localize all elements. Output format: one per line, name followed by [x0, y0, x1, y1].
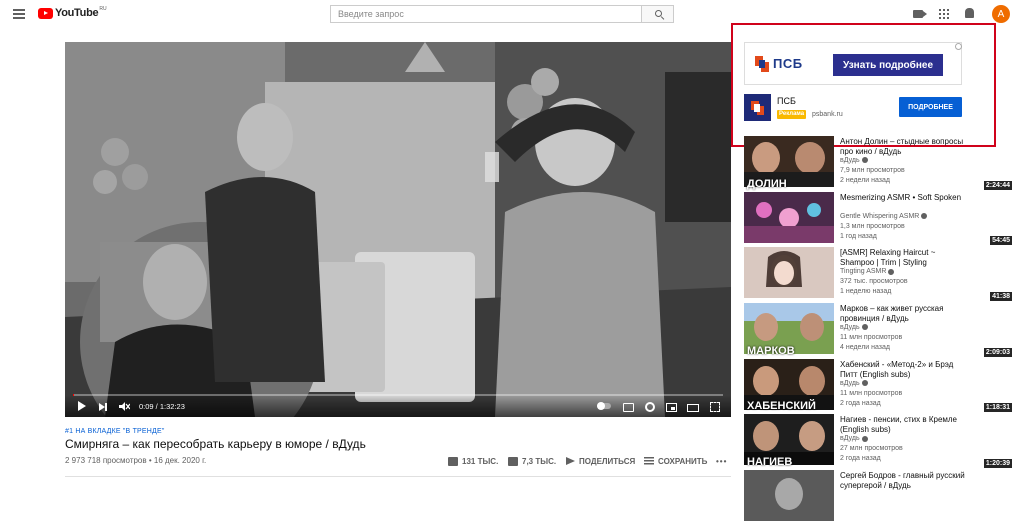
progress-bar[interactable]: [73, 394, 723, 396]
youtube-logo[interactable]: YouTube RU: [38, 6, 107, 19]
subtitles-icon[interactable]: [623, 403, 634, 412]
next-icon[interactable]: [99, 403, 107, 411]
video-duration: 2:09:03: [983, 347, 1012, 357]
more-actions-button[interactable]: •••: [716, 455, 727, 467]
recommendation-item[interactable]: 54:45 Mesmerizing ASMR • Soft Spoken Gen…: [744, 191, 1014, 248]
recommendation-channel[interactable]: вДудь: [840, 380, 868, 387]
gear-icon[interactable]: [645, 402, 655, 412]
recommendation-channel[interactable]: вДудь: [840, 435, 868, 442]
recommendation-item[interactable]: НАГИЕВ 1:20:39 Нагиев - пенсии, стих в К…: [744, 414, 1014, 470]
menu-icon[interactable]: [13, 9, 25, 19]
recommendation-title[interactable]: Марков – как живет русская провинция / в…: [840, 304, 970, 324]
recommendation-title[interactable]: Сергей Бодров - главный русский супергер…: [840, 471, 970, 491]
thumbs-up-icon: [448, 456, 458, 466]
thumbnail-caption: ДОЛИН: [747, 177, 787, 190]
save-button[interactable]: СОХРАНИТЬ: [644, 455, 707, 467]
video-player[interactable]: 0:09 / 1:32:23: [65, 42, 731, 417]
recommendation-views: 11 млн просмотров: [840, 334, 903, 342]
fullscreen-icon[interactable]: [710, 402, 720, 412]
recommendation-item[interactable]: ХАБЕНСКИЙ 1:18:31 Хабенский - «Метод-2» …: [744, 358, 1014, 415]
recommendation-age: 2 года назад: [840, 399, 881, 407]
recommendation-title[interactable]: Mesmerizing ASMR • Soft Spoken: [840, 193, 970, 203]
progress-fill: [73, 394, 75, 396]
verified-icon: [861, 157, 868, 164]
verified-icon: [921, 212, 928, 219]
recommendation-age: 1 год назад: [840, 232, 877, 240]
dislike-button[interactable]: 7,3 ТЫС.: [508, 455, 556, 467]
search-button[interactable]: [641, 5, 674, 23]
apps-icon[interactable]: [939, 9, 949, 19]
trending-tag[interactable]: #1 НА ВКЛАДКЕ "В ТРЕНДЕ": [65, 428, 165, 435]
video-duration: 1:18:31: [983, 403, 1012, 413]
recommendation-age: 1 неделю назад: [840, 288, 892, 296]
recommendation-title[interactable]: [ASMR] Relaxing Haircut ~ Shampoo | Trim…: [840, 248, 970, 268]
thumbnail-caption: НАГИЕВ: [747, 456, 793, 469]
recommendation-views: 7,9 млн просмотров: [840, 167, 905, 174]
recommendation-views: 11 млн просмотров: [840, 389, 903, 397]
recommendation-item[interactable]: Сергей Бодров - главный русский супергер…: [744, 470, 1014, 526]
video-duration: 2:24:44: [983, 180, 1012, 190]
recommendation-age: 2 недели назад: [840, 177, 890, 184]
ad-highlight-box: [731, 23, 996, 147]
recommendation-channel[interactable]: вДудь: [840, 324, 868, 331]
mute-icon[interactable]: [119, 402, 130, 411]
share-button[interactable]: ПОДЕЛИТЬСЯ: [566, 455, 635, 467]
recommendation-age: 2 года назад: [840, 455, 881, 463]
like-button[interactable]: 131 ТЫС.: [448, 455, 498, 467]
thumbs-down-icon: [508, 456, 518, 466]
recommendation-views: 1,3 млн просмотров: [840, 222, 905, 230]
recommendations-list: ДОЛИН 2:24:44 Антон Долин – стыдные вопр…: [744, 136, 1014, 526]
play-icon[interactable]: [78, 401, 86, 411]
recommendation-title[interactable]: Хабенский - «Метод-2» и Брэд Питт (Engli…: [840, 360, 970, 380]
time-display: 0:09 / 1:32:23: [139, 402, 185, 411]
theater-mode-icon[interactable]: [687, 404, 699, 412]
search-icon: [655, 10, 662, 17]
recommendation-age: 4 недели назад: [840, 344, 890, 352]
logo-text: YouTube: [55, 7, 99, 19]
recommendation-item[interactable]: 41:38 [ASMR] Relaxing Haircut ~ Shampoo …: [744, 247, 1014, 303]
recommendation-views: 372 тыс. просмотров: [840, 278, 908, 286]
like-count: 131 ТЫС.: [462, 456, 499, 466]
logo-region: RU: [99, 6, 107, 12]
recommendation-views: 27 млн просмотров: [840, 445, 903, 453]
recommendation-channel[interactable]: Tingting ASMR: [840, 268, 895, 275]
share-icon: [566, 457, 575, 465]
youtube-play-icon: [38, 7, 53, 19]
verified-icon: [861, 435, 868, 442]
notifications-icon[interactable]: [965, 8, 974, 18]
thumbnail-caption: МАРКОВ: [747, 344, 795, 357]
video-title: Смирняга – как пересобрать карьеру в юмо…: [65, 437, 366, 451]
playlist-add-icon: [644, 457, 654, 465]
video-thumbnail[interactable]: [744, 247, 834, 299]
recommendation-item[interactable]: МАРКОВ 2:09:03 Марков – как живет русска…: [744, 303, 1014, 359]
thumbnail-caption: ХАБЕНСКИЙ: [747, 400, 816, 413]
share-label: ПОДЕЛИТЬСЯ: [579, 456, 636, 466]
search-input[interactable]: Введите запрос: [330, 5, 641, 23]
verified-icon: [861, 324, 868, 331]
avatar[interactable]: A: [992, 5, 1010, 23]
divider: [65, 476, 731, 477]
dislike-count: 7,3 ТЫС.: [522, 456, 557, 466]
save-label: СОХРАНИТЬ: [658, 456, 708, 466]
video-frame: [65, 42, 731, 417]
verified-icon: [888, 268, 895, 275]
recommendation-item[interactable]: ДОЛИН 2:24:44 Антон Долин – стыдные вопр…: [744, 136, 1014, 192]
create-video-icon[interactable]: [913, 10, 927, 18]
verified-icon: [861, 379, 868, 386]
recommendation-channel[interactable]: вДудь: [840, 157, 868, 164]
video-thumbnail[interactable]: [744, 470, 834, 522]
recommendation-channel[interactable]: Gentle Whispering ASMR: [840, 212, 928, 220]
video-thumbnail[interactable]: [744, 191, 834, 243]
recommendation-title[interactable]: Нагиев - пенсии, стих в Кремле (English …: [840, 415, 970, 435]
autoplay-toggle[interactable]: [597, 402, 611, 410]
video-duration: 41:38: [990, 292, 1012, 302]
video-duration: 54:45: [990, 236, 1012, 246]
video-meta: 2 973 718 просмотров • 16 дек. 2020 г.: [65, 456, 207, 465]
video-duration: 1:20:39: [983, 459, 1012, 469]
recommendation-title[interactable]: Антон Долин – стыдные вопросы про кино /…: [840, 137, 970, 157]
miniplayer-icon[interactable]: [666, 403, 677, 412]
